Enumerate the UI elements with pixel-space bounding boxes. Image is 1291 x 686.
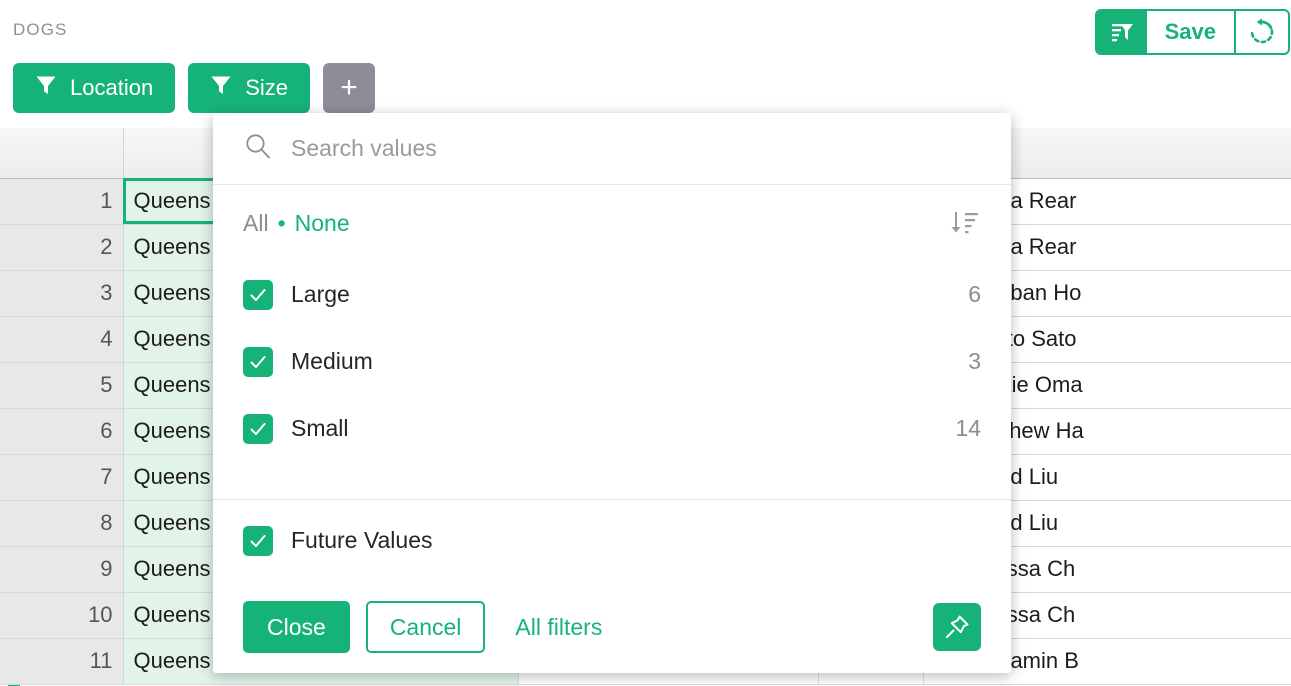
filter-option-row[interactable]: Large 6	[243, 261, 981, 328]
row-number[interactable]: 6	[0, 408, 124, 455]
filter-option-row[interactable]: Small 14	[243, 395, 981, 462]
sort-descending-icon[interactable]	[947, 206, 981, 240]
page-title: DOGS	[13, 20, 68, 39]
search-icon	[243, 131, 273, 166]
row-number[interactable]: 11	[0, 638, 124, 685]
row-number[interactable]: 2	[0, 224, 124, 271]
filter-option-label: Small	[291, 415, 349, 441]
filter-option-checkbox[interactable]	[243, 346, 273, 377]
filter-button-size[interactable]: Size	[188, 63, 310, 113]
col-header-rownum[interactable]	[0, 128, 124, 179]
close-button[interactable]: Close	[243, 601, 350, 653]
app-root: DOGS Save Location Size + 1 Queens Paula…	[0, 0, 1291, 686]
select-all-link[interactable]: All	[243, 210, 269, 237]
filter-values-list: Large 6 Medium 3 Small 14	[213, 261, 1011, 499]
select-all-none-row: All • None	[213, 185, 1011, 261]
separator-dot: •	[277, 209, 286, 236]
add-filter-button[interactable]: +	[322, 63, 375, 113]
select-none-link[interactable]: None	[295, 210, 350, 237]
save-button[interactable]: Save	[1147, 11, 1234, 53]
filter-bar: Location Size +	[13, 63, 375, 113]
filter-button-location[interactable]: Location	[13, 63, 176, 113]
plus-icon: +	[340, 71, 358, 104]
filter-button-location-label: Location	[70, 75, 154, 100]
filter-save-icon[interactable]	[1096, 11, 1147, 53]
all-filters-link[interactable]: All filters	[515, 614, 602, 641]
row-number[interactable]: 7	[0, 454, 124, 501]
panel-search-row	[213, 113, 1011, 185]
filter-option-count: 3	[968, 348, 981, 374]
row-number[interactable]: 3	[0, 270, 124, 317]
future-values-label: Future Values	[291, 527, 433, 553]
future-values-row[interactable]: Future Values	[213, 499, 1011, 581]
filter-values-panel: All • None Large 6 Medium 3 Small 14	[213, 113, 1011, 673]
pin-icon[interactable]	[933, 603, 981, 651]
row-number[interactable]: 8	[0, 500, 124, 547]
filter-option-count: 6	[968, 281, 981, 307]
future-values-checkbox[interactable]	[243, 525, 273, 556]
row-number[interactable]: 5	[0, 362, 124, 409]
filter-option-row[interactable]: Medium 3	[243, 328, 981, 395]
row-number[interactable]: 1	[0, 178, 124, 225]
row-number[interactable]: 10	[0, 592, 124, 639]
revert-icon[interactable]	[1234, 11, 1288, 53]
filter-option-checkbox[interactable]	[243, 279, 273, 310]
filter-option-label: Large	[291, 281, 350, 307]
save-filter-group: Save	[1094, 9, 1290, 55]
filter-option-count: 14	[955, 415, 981, 441]
row-number[interactable]: 9	[0, 546, 124, 593]
funnel-icon	[35, 74, 57, 102]
filter-option-label: Medium	[291, 348, 373, 374]
panel-action-row: Close Cancel All filters	[213, 581, 1011, 673]
search-values-input[interactable]	[291, 135, 981, 162]
row-number[interactable]: 4	[0, 316, 124, 363]
filter-option-checkbox[interactable]	[243, 413, 273, 444]
filter-button-size-label: Size	[245, 75, 288, 100]
cancel-button[interactable]: Cancel	[365, 601, 486, 653]
funnel-icon	[210, 74, 232, 102]
